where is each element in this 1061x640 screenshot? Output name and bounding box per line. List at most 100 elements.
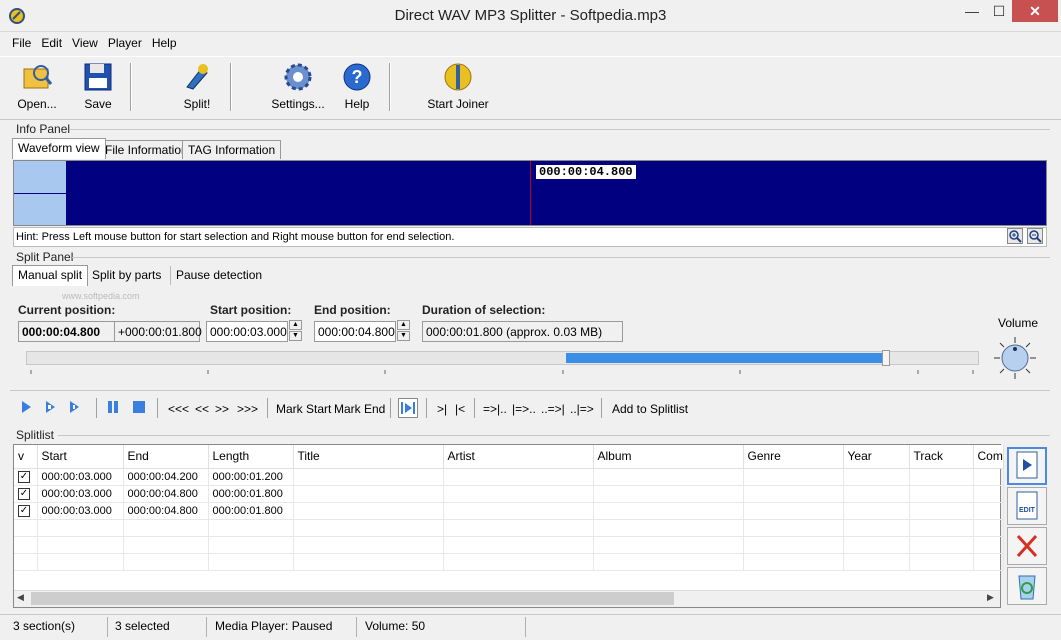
zoom-in-icon xyxy=(1009,230,1022,243)
splitlist-table: v Start End Length Title Artist Album Ge… xyxy=(14,445,1004,571)
col-genre[interactable]: Genre xyxy=(743,445,844,469)
minimize-button[interactable]: — xyxy=(958,0,986,22)
zoom-in-button[interactable] xyxy=(1007,228,1023,244)
splitlist-label: Splitlist xyxy=(16,428,55,442)
split-pen-icon xyxy=(186,64,208,90)
col-end[interactable]: End xyxy=(123,445,209,469)
start-joiner-label: Start Joiner xyxy=(427,97,489,111)
scroll-right-icon[interactable]: ▶ xyxy=(987,592,994,603)
move-start-right-alt-button[interactable]: |=>.. xyxy=(512,400,536,418)
info-panel-label: Info Panel xyxy=(16,122,71,136)
zoom-out-button[interactable] xyxy=(1027,228,1043,244)
clear-list-button[interactable] xyxy=(1007,567,1047,605)
play-document-icon xyxy=(1016,451,1038,479)
goto-end-button[interactable]: |< xyxy=(455,400,465,418)
volume-knob[interactable] xyxy=(993,336,1037,383)
tab-pause-detection[interactable]: Pause detection xyxy=(170,266,267,285)
play-button[interactable] xyxy=(20,400,32,418)
start-joiner-button[interactable]: Start Joiner xyxy=(424,61,492,117)
tab-manual-split[interactable]: Manual split xyxy=(12,265,89,286)
col-length[interactable]: Length xyxy=(208,445,294,469)
start-position-field[interactable]: 000:00:03.000 xyxy=(206,321,288,342)
col-comment[interactable]: Com xyxy=(973,445,1004,469)
menu-view[interactable]: View xyxy=(68,33,102,53)
start-position-label: Start position: xyxy=(210,303,292,317)
move-end-right-alt-button[interactable]: ..|=> xyxy=(570,400,594,418)
save-button[interactable]: Save xyxy=(76,61,120,117)
move-start-right-button[interactable]: =>|.. xyxy=(483,400,507,418)
app-icon[interactable] xyxy=(8,7,26,25)
menu-edit[interactable]: Edit xyxy=(37,33,66,53)
tab-file-information[interactable]: File Information xyxy=(99,140,194,159)
start-position-down[interactable]: ▼ xyxy=(289,331,302,341)
tab-waveform-view[interactable]: Waveform view xyxy=(12,138,106,159)
end-position-down[interactable]: ▼ xyxy=(397,331,410,341)
maximize-button[interactable]: ☐ xyxy=(986,0,1012,22)
title-bar: Direct WAV MP3 Splitter - Softpedia.mp3 xyxy=(0,0,1061,32)
status-bar: 3 section(s) 3 selected Media Player: Pa… xyxy=(0,614,1061,640)
rewind-fast-button[interactable]: <<< xyxy=(168,400,189,418)
col-start[interactable]: Start xyxy=(37,445,124,469)
slider-thumb[interactable] xyxy=(882,350,890,366)
table-row[interactable]: ✓ 000:00:03.000 000:00:04.200 000:00:01.… xyxy=(14,468,1004,486)
playback-cursor xyxy=(530,161,531,225)
play-to-end-button[interactable] xyxy=(68,400,80,418)
menu-player[interactable]: Player xyxy=(104,33,146,53)
row-end: 000:00:04.800 xyxy=(123,502,209,520)
scrollbar-thumb[interactable] xyxy=(31,592,674,605)
end-position-field[interactable]: 000:00:04.800 xyxy=(314,321,396,342)
tab-split-by-parts[interactable]: Split by parts xyxy=(87,266,166,285)
rewind-button[interactable]: << xyxy=(195,400,209,418)
row-end: 000:00:04.200 xyxy=(123,468,209,486)
col-year[interactable]: Year xyxy=(843,445,910,469)
end-position-up[interactable]: ▲ xyxy=(397,320,410,330)
add-to-splitlist-button[interactable]: Add to Splitlist xyxy=(612,400,688,418)
forward-fast-button[interactable]: >>> xyxy=(237,400,258,418)
hint-text: Hint: Press Left mouse button for start … xyxy=(13,227,1047,247)
watermark: www.softpedia.com xyxy=(62,291,140,301)
goto-start-button[interactable]: >| xyxy=(437,400,447,418)
move-end-right-button[interactable]: ..=>| xyxy=(541,400,565,418)
mark-start-button[interactable]: Mark Start xyxy=(276,400,331,418)
status-player: Media Player: Paused xyxy=(215,619,333,633)
tab-tag-information[interactable]: TAG Information xyxy=(182,140,282,159)
help-button[interactable]: ? Help xyxy=(337,61,377,117)
play-selection-bracket-button[interactable] xyxy=(398,398,418,418)
play-selection-button[interactable] xyxy=(44,400,56,418)
settings-button[interactable]: Settings... xyxy=(270,61,326,117)
table-row[interactable]: ✓ 000:00:03.000 000:00:04.800 000:00:01.… xyxy=(14,502,1004,520)
settings-label: Settings... xyxy=(271,97,325,111)
menu-help[interactable]: Help xyxy=(148,33,181,53)
svg-text:EDIT: EDIT xyxy=(1019,507,1036,514)
row-checkbox[interactable]: ✓ xyxy=(18,505,30,517)
row-start: 000:00:03.000 xyxy=(37,468,124,486)
open-button[interactable]: Open... xyxy=(12,61,62,117)
row-checkbox[interactable]: ✓ xyxy=(18,471,30,483)
col-album[interactable]: Album xyxy=(593,445,744,469)
menu-file[interactable]: File xyxy=(8,33,35,53)
row-checkbox[interactable]: ✓ xyxy=(18,488,30,500)
col-artist[interactable]: Artist xyxy=(443,445,594,469)
duration-value: 000:00:01.800 (approx. 0.03 MB) xyxy=(422,321,623,342)
scroll-left-icon[interactable]: ◀ xyxy=(17,592,24,603)
start-position-up[interactable]: ▲ xyxy=(289,320,302,330)
forward-button[interactable]: >> xyxy=(215,400,229,418)
delete-list-item-button[interactable] xyxy=(1007,527,1047,565)
save-label: Save xyxy=(84,97,112,111)
help-label: Help xyxy=(344,97,370,111)
edit-list-item-button[interactable]: EDIT xyxy=(1007,487,1047,525)
play-bracket-icon xyxy=(398,398,418,418)
col-title[interactable]: Title xyxy=(293,445,444,469)
toolbar: Open... Save Split! Settings... ? Help S… xyxy=(0,56,1061,120)
close-button[interactable]: ✕ xyxy=(1012,0,1058,22)
stop-button[interactable] xyxy=(132,400,146,418)
play-list-item-button[interactable] xyxy=(1007,447,1047,485)
table-row[interactable]: ✓ 000:00:03.000 000:00:04.800 000:00:01.… xyxy=(14,485,1004,503)
col-v[interactable]: v xyxy=(14,445,38,469)
svg-text:?: ? xyxy=(352,67,363,87)
col-track[interactable]: Track xyxy=(909,445,974,469)
mark-end-button[interactable]: Mark End xyxy=(334,400,385,418)
split-label: Split! xyxy=(183,97,211,111)
split-button[interactable]: Split! xyxy=(172,61,222,117)
pause-button[interactable] xyxy=(106,400,120,418)
